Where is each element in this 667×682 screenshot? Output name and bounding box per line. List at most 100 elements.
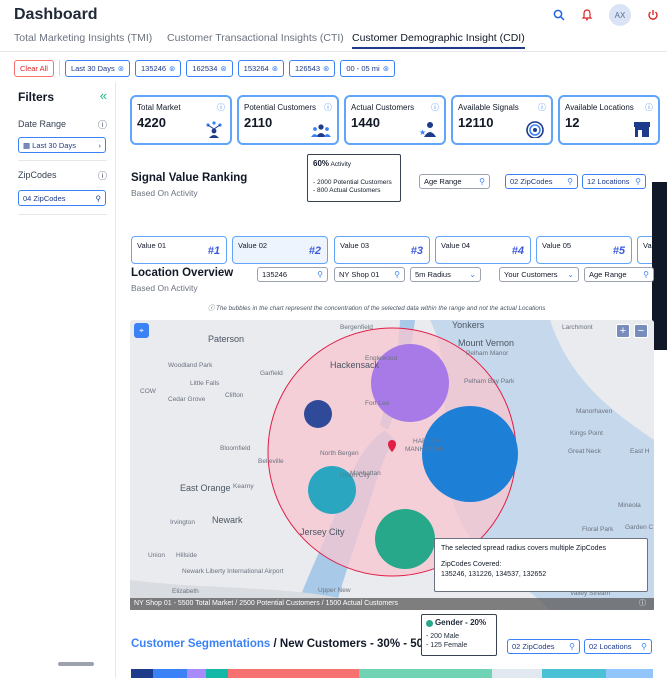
zipcodes-search[interactable]: 02 ZipCodes ⚲ (505, 174, 578, 189)
filter-chip[interactable]: 00 - 05 mi ⊗ (340, 59, 395, 77)
tooltip-line: The selected spread radius covers multip… (441, 545, 606, 552)
segment-block[interactable] (206, 669, 228, 678)
segment-block[interactable] (152, 669, 187, 678)
age-range-search[interactable]: Age Range ⚲ (584, 267, 654, 282)
remove-chip-icon[interactable]: ⊗ (383, 64, 389, 73)
value-card[interactable]: Value 02 #2 (232, 236, 328, 264)
filter-chip[interactable]: Last 30 Days ⊗ (64, 59, 131, 77)
map-place-label: Kearny (233, 483, 254, 490)
info-icon[interactable]: ⓘ (324, 102, 332, 113)
value-card[interactable]: Value 01 #1 (131, 236, 227, 264)
kpi-value: 2110 (244, 115, 273, 130)
kpi-label: Available Signals (458, 103, 519, 112)
value-card[interactable]: Value 03 #3 (334, 236, 430, 264)
search-icon: ⚲ (635, 177, 641, 186)
select-label: 02 ZipCodes (510, 177, 553, 186)
remove-chip-icon[interactable]: ⊗ (169, 64, 175, 73)
remove-chip-icon[interactable]: ⊗ (118, 64, 124, 73)
zipcodes-search-input[interactable]: 04 ZipCodes ⚲ (18, 190, 106, 206)
zip-search[interactable]: 135246 ⚲ (257, 267, 328, 282)
divider (18, 160, 107, 161)
filter-chip[interactable]: 162534 ⊗ (186, 59, 233, 77)
map-place-label: Mount Vernon (458, 338, 515, 348)
segment-block[interactable] (227, 669, 252, 678)
filters-panel: Filters « Date Range ⓘ ▦ Last 30 Days › … (8, 82, 116, 678)
filter-chip[interactable]: 153264 ⊗ (237, 59, 284, 77)
info-icon[interactable]: ⓘ (538, 102, 546, 113)
tooltip-line: - 2000 Potential Customers (313, 178, 392, 186)
map-place-label: Garfield (260, 370, 283, 377)
collapse-panel-icon[interactable]: « (100, 88, 107, 103)
filter-chip[interactable]: 135246 ⊗ (135, 59, 182, 77)
value-label: Value 04 (441, 241, 471, 250)
segment-block[interactable] (131, 669, 153, 678)
select-label: 5m Radius (415, 270, 451, 279)
segment-block[interactable] (305, 669, 359, 678)
notification-bell-icon[interactable] (581, 9, 593, 21)
segment-block[interactable] (541, 669, 607, 678)
zoom-out-button[interactable]: − (634, 324, 648, 338)
map-place-label: Pelham Bay Park (464, 378, 515, 385)
info-icon[interactable]: ⓘ (431, 102, 439, 113)
kpi-card-total-market[interactable]: Total Market ⓘ 4220 (130, 95, 232, 145)
segment-block[interactable] (606, 669, 653, 678)
filter-chip[interactable]: 126543 ⊗ (289, 59, 336, 77)
kpi-card-potential-customers[interactable]: Potential Customers ⓘ 2110 (237, 95, 339, 145)
kpi-card-available-signals[interactable]: Available Signals ⓘ 12110 (451, 95, 553, 145)
group-icon (311, 124, 331, 137)
kpi-value: 12110 (458, 115, 494, 130)
date-range-select[interactable]: ▦ Last 30 Days › (18, 137, 106, 153)
info-icon[interactable]: ⓘ (217, 102, 225, 113)
info-icon[interactable]: ⓘ (98, 169, 107, 182)
segmentation-link[interactable]: Customer Segmentations (131, 638, 270, 650)
chevron-down-icon: ⌄ (469, 270, 476, 279)
remove-chip-icon[interactable]: ⊗ (323, 64, 329, 73)
age-range-search[interactable]: Age Range ⚲ (419, 174, 490, 189)
clear-all-button[interactable]: Clear All (14, 59, 54, 77)
segment-block[interactable] (412, 669, 492, 678)
location-overview-subtitle: Based On Activity (131, 283, 198, 293)
map-location-pin-button[interactable]: ⌖ (134, 323, 149, 338)
search-icon[interactable] (553, 9, 565, 21)
chip-label: 126543 (295, 63, 321, 73)
tab-cti[interactable]: Customer Transactional Insights (CTI) (167, 32, 344, 44)
map-place-label: Bergenfield (340, 324, 373, 331)
segment-block[interactable] (186, 669, 207, 678)
segment-block[interactable] (491, 669, 542, 678)
map-place-label: East H (630, 448, 650, 455)
zoom-in-button[interactable]: + (616, 324, 630, 338)
kpi-value: 4220 (137, 115, 166, 130)
gender-tooltip: Gender - 20% - 200 Male - 125 Female (421, 614, 497, 656)
segment-block[interactable] (358, 669, 413, 678)
filters-title: Filters (18, 90, 55, 104)
value-card[interactable]: Value 05 #5 (536, 236, 632, 264)
customers-select[interactable]: Your Customers ⌄ (499, 267, 579, 282)
zipcodes-search[interactable]: 02 ZipCodes ⚲ (507, 639, 580, 654)
info-icon[interactable]: ⓘ (639, 598, 646, 610)
info-icon[interactable]: ⓘ (98, 118, 107, 131)
kpi-label: Actual Customers (351, 103, 415, 112)
info-icon[interactable]: ⓘ (645, 102, 653, 113)
kpi-card-available-locations[interactable]: Available Locations ⓘ 12 (558, 95, 660, 145)
segment-block[interactable] (251, 669, 305, 678)
kpi-card-actual-customers[interactable]: Actual Customers ⓘ 1440 ★ (344, 95, 446, 145)
active-filter-chips: Clear All Last 30 Days ⊗ 135246 ⊗ 162534 ⊗ … (0, 56, 667, 80)
avatar[interactable]: AX (609, 4, 631, 26)
value-label: Value 05 (542, 241, 572, 250)
map-place-label: Clifton (225, 392, 244, 399)
locations-search[interactable]: 02 Locations ⚲ (584, 639, 652, 654)
tab-tmi[interactable]: Total Marketing Insights (TMI) (14, 32, 152, 44)
value-card[interactable]: Value 04 #4 (435, 236, 531, 264)
shop-search[interactable]: NY Shop 01 ⚲ (334, 267, 405, 282)
remove-chip-icon[interactable]: ⊗ (220, 64, 226, 73)
select-label: Age Range (424, 177, 462, 186)
scroll-handle[interactable] (58, 662, 94, 666)
chip-label: 135246 (141, 63, 167, 73)
select-label: Age Range (589, 270, 627, 279)
locations-search[interactable]: 12 Locations ⚲ (582, 174, 646, 189)
remove-chip-icon[interactable]: ⊗ (272, 64, 278, 73)
radius-select[interactable]: 5m Radius ⌄ (410, 267, 481, 282)
power-icon[interactable] (647, 9, 659, 21)
map-place-label: COW (140, 388, 156, 395)
tab-cdi[interactable]: Customer Demographic Insight (CDI) (352, 32, 525, 49)
